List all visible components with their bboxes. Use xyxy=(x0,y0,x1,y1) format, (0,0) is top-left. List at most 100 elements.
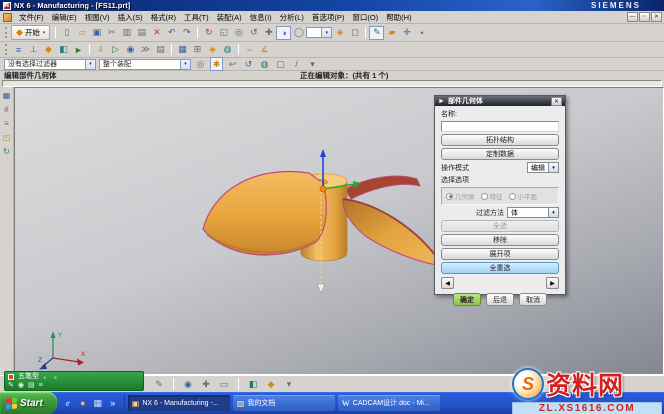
task-my-documents[interactable]: ▨ 我的文档 xyxy=(233,395,335,411)
rear-blade-face[interactable] xyxy=(345,176,420,199)
method-view-icon[interactable]: ◍ xyxy=(220,43,235,57)
paste-icon[interactable]: ▤ xyxy=(134,26,149,40)
start-menu-button[interactable]: ◆ 开始 ▾ xyxy=(11,25,50,40)
ime-punct-stop[interactable]: 。 xyxy=(54,372,61,381)
display-toolpath-icon[interactable]: ~ xyxy=(242,43,257,57)
menu-view[interactable]: 视图(V) xyxy=(81,11,114,24)
snap-midpoint-icon[interactable]: ◉ xyxy=(181,377,195,391)
create-tool-icon[interactable]: ⊥ xyxy=(26,43,41,57)
right-blade-face[interactable] xyxy=(343,199,438,265)
menu-window[interactable]: 窗口(O) xyxy=(348,11,382,24)
restore-button[interactable]: ▫ xyxy=(639,12,650,22)
iso-view-icon[interactable]: ◈ xyxy=(332,26,347,40)
triad-origin-handle[interactable] xyxy=(320,186,326,192)
create-geometry-icon[interactable]: ◆ xyxy=(41,43,56,57)
topology-button[interactable]: 拓扑结构 xyxy=(441,134,559,146)
constraint-navigator-icon[interactable]: # xyxy=(1,103,13,115)
snap-point-icon[interactable]: ✚ xyxy=(199,377,213,391)
expand-item-button[interactable]: 展开项 xyxy=(441,248,559,260)
reselect-all-button[interactable]: 全重选 xyxy=(441,262,559,274)
task-nx[interactable]: ▣ NX 6 - Manufacturing -... xyxy=(128,395,230,411)
more-filter-icon[interactable]: ▾ xyxy=(306,57,319,71)
toolbar-grip[interactable] xyxy=(5,27,8,39)
chevron-down-icon[interactable]: ▾ xyxy=(321,28,331,37)
zoom-icon[interactable]: ◎ xyxy=(231,26,246,40)
radio-feature[interactable]: 特征 xyxy=(481,191,503,201)
chevron-down-icon[interactable]: ▾ xyxy=(85,60,95,69)
ime-state-icon[interactable] xyxy=(8,374,14,380)
refresh-view-icon[interactable]: ↻ xyxy=(201,26,216,40)
close-button[interactable]: ✕ xyxy=(651,12,662,22)
wireframe-view-icon[interactable]: ◯ xyxy=(291,26,306,40)
window-titlebar[interactable]: N NX 6 - Manufacturing - [FS11.prt] SIEM… xyxy=(0,0,664,11)
ime-punct-comma[interactable]: ， xyxy=(43,372,50,381)
redo-icon[interactable]: ↷ xyxy=(179,26,194,40)
datum-plane-icon[interactable]: ▰ xyxy=(384,26,399,40)
part-navigator-icon[interactable]: ≡ xyxy=(1,117,13,129)
create-program-icon[interactable]: ≡ xyxy=(11,43,26,57)
selection-scope-combo[interactable]: 整个装配 ▾ xyxy=(99,59,191,70)
launcher-icon[interactable]: ● xyxy=(77,397,89,409)
graphics-window[interactable]: Y X Z xyxy=(14,87,664,375)
triad-z-arrow[interactable] xyxy=(320,149,326,157)
copy-icon[interactable]: ▥ xyxy=(119,26,134,40)
verify-toolpath-icon[interactable]: ▷ xyxy=(108,43,123,57)
material-icon[interactable]: ◆ xyxy=(264,377,278,391)
chevron-down-icon[interactable]: ▾ xyxy=(548,208,558,217)
visualize-brush-icon[interactable]: ✎ xyxy=(152,377,166,391)
show-desktop-icon[interactable]: ▦ xyxy=(92,397,104,409)
menu-help[interactable]: 帮助(H) xyxy=(382,11,415,24)
history-icon[interactable]: ↻ xyxy=(1,145,13,157)
toolbar-grip[interactable] xyxy=(5,44,8,55)
menu-edit[interactable]: 编辑(E) xyxy=(48,11,81,24)
cancel-button[interactable]: 取消 xyxy=(519,293,547,306)
fit-view-icon[interactable]: ◱ xyxy=(216,26,231,40)
view-combo[interactable]: ▾ xyxy=(306,27,332,38)
open-folder-icon[interactable]: ▱ xyxy=(74,26,89,40)
select-all-button[interactable]: 全选 xyxy=(441,220,559,232)
machine-tool-view-icon[interactable]: ⊞ xyxy=(190,43,205,57)
create-method-icon[interactable]: ◧ xyxy=(56,43,71,57)
front-view-icon[interactable]: ◻ xyxy=(347,26,362,40)
ok-button[interactable]: 确定 xyxy=(453,293,481,306)
ime-name[interactable]: 五笔型 xyxy=(18,372,39,381)
face-filter-icon[interactable]: ▢ xyxy=(274,57,287,71)
filter-method-combo[interactable]: 体 ▾ xyxy=(507,207,559,218)
previous-item-button[interactable]: ◀ xyxy=(441,277,454,289)
edge-filter-icon[interactable]: / xyxy=(290,57,303,71)
radio-facet[interactable]: 小平面 xyxy=(509,191,538,201)
name-input[interactable] xyxy=(441,121,559,132)
dialog-titlebar[interactable]: ► 部件几何体 ✕ xyxy=(435,96,565,106)
minimize-button[interactable]: — xyxy=(627,12,638,22)
menu-preferences[interactable]: 首选项(P) xyxy=(308,11,349,24)
shaded-view-icon[interactable]: ◑ xyxy=(276,26,291,40)
sketch-icon[interactable]: ✎ xyxy=(369,26,384,40)
more-snap-icon[interactable]: ▾ xyxy=(282,377,296,391)
ime-language-bar[interactable]: 五笔型 ， 。 ✎ ◉ ▤ ≡ xyxy=(4,371,144,391)
remove-button[interactable]: 移除 xyxy=(441,234,559,246)
custom-data-button[interactable]: 定制数据 xyxy=(441,148,559,160)
rotate-view-icon[interactable]: ↺ xyxy=(246,26,261,40)
new-file-icon[interactable]: ▯ xyxy=(59,26,74,40)
shop-doc-icon[interactable]: ▤ xyxy=(153,43,168,57)
radio-geometry[interactable]: 几何体 xyxy=(446,191,475,201)
reuse-library-icon[interactable]: ◰ xyxy=(1,131,13,143)
menu-information[interactable]: 信息(I) xyxy=(246,11,276,24)
ime-mode-icon[interactable]: ◉ xyxy=(18,381,24,390)
dialog-close-button[interactable]: ✕ xyxy=(551,97,562,106)
next-item-button[interactable]: ▶ xyxy=(546,277,559,289)
chevron-down-icon[interactable]: ▾ xyxy=(548,163,558,172)
ime-menu-icon[interactable]: ≡ xyxy=(39,381,43,390)
menu-assemblies[interactable]: 装配(A) xyxy=(213,11,246,24)
deselect-icon[interactable]: ↩ xyxy=(226,57,239,71)
propeller-model[interactable] xyxy=(185,143,475,318)
menu-format[interactable]: 格式(R) xyxy=(147,11,180,24)
snap-endpoint-icon[interactable]: ▭ xyxy=(217,377,231,391)
internet-explorer-icon[interactable]: e xyxy=(62,397,74,409)
operation-mode-combo[interactable]: 编辑 ▾ xyxy=(527,162,559,173)
menu-file[interactable]: 文件(F) xyxy=(15,11,48,24)
assembly-navigator-icon[interactable]: ▦ xyxy=(1,89,13,101)
selection-filter-combo[interactable]: 没有选择过滤器 ▾ xyxy=(4,59,96,70)
task-word-document[interactable]: W CADCAM设计.doc - Mi... xyxy=(338,395,440,411)
overflow-icon[interactable]: » xyxy=(107,397,119,409)
